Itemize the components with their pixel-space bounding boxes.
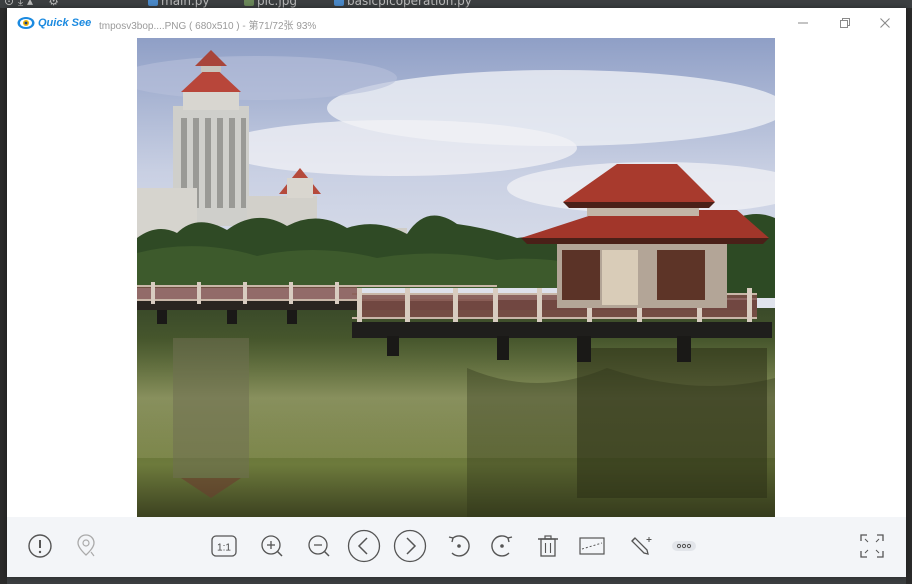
fullscreen-icon [860,534,884,558]
ide-sidebar [0,8,7,584]
more-button[interactable] [669,531,699,561]
rotate-right-icon [491,535,513,557]
rotate-left-button[interactable] [444,531,474,561]
ide-tab-main[interactable]: main.py [148,0,210,8]
delete-icon [538,535,558,557]
previous-icon [347,529,381,563]
python-file-icon [334,0,344,6]
actual-size-label: 1:1 [217,543,231,554]
ide-tab-label: main.py [161,0,210,8]
ide-tab-basicpicoperation[interactable]: basicpicoperation.py [334,0,472,8]
location-button[interactable] [71,531,101,561]
eye-logo-icon [17,17,35,29]
info-button[interactable] [25,531,55,561]
image-file-icon [244,0,254,6]
zoom-out-icon [308,535,330,557]
close-button[interactable] [874,13,896,33]
ide-tab-pic[interactable]: pic.jpg [244,0,297,8]
zoom-in-button[interactable] [257,531,287,561]
ide-right-panel [906,8,912,584]
zoom-out-button[interactable] [304,531,334,561]
previous-image-button[interactable] [346,528,382,564]
crop-button[interactable] [577,531,607,561]
pavilion-lake-photo [137,38,775,517]
python-file-icon [148,0,158,6]
fullscreen-button[interactable] [857,531,887,561]
restore-icon [840,18,850,28]
ide-tab-strip: ⊙ ⤓ ▴ ⚙ main.py pic.jpg basicpicoperatio… [0,0,912,8]
next-icon [393,529,427,563]
more-icon [672,541,696,551]
crop-icon [579,537,605,555]
restore-button[interactable] [834,13,856,33]
ide-toolbar-icons[interactable]: ⊙ ⤓ ▴ ⚙ [4,0,59,8]
app-name: Quick See [38,17,92,29]
actual-size-icon: 1:1 [211,535,237,557]
close-icon [880,18,890,28]
ide-tab-label: pic.jpg [257,0,297,8]
actual-size-button[interactable]: 1:1 [209,531,239,561]
delete-button[interactable] [533,531,563,561]
location-pin-icon [77,534,95,557]
rotate-left-icon [448,535,470,557]
ide-tab-label: basicpicoperation.py [347,0,472,8]
titlebar[interactable]: Quick See tmposv3bop....PNG ( 680x510 ) … [7,8,906,38]
info-icon [28,534,52,558]
minimize-icon [798,22,808,24]
bottom-toolbar: 1:1 [7,517,906,577]
minimize-button[interactable] [792,13,814,33]
next-image-button[interactable] [392,528,428,564]
rotate-right-button[interactable] [487,531,517,561]
app-logo: Quick See [17,15,91,31]
window-title: tmposv3bop....PNG ( 680x510 ) - 第71/72张 … [99,21,317,32]
zoom-in-icon [261,535,283,557]
edit-button[interactable] [625,531,655,561]
image-viewer-window: Quick See tmposv3bop....PNG ( 680x510 ) … [7,8,906,577]
displayed-image[interactable] [137,38,775,517]
edit-icon [631,537,652,555]
